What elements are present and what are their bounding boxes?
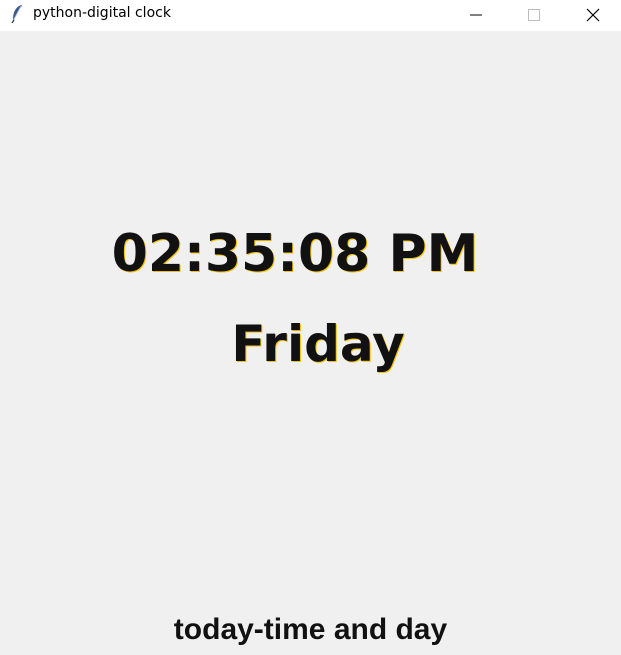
- minimize-button[interactable]: [453, 0, 499, 30]
- close-icon: [586, 8, 600, 22]
- clock-panel: 02:35:08 PM Friday today-time and day: [0, 31, 621, 655]
- maximize-icon: [528, 9, 540, 21]
- window-title: python-digital clock: [33, 5, 171, 21]
- title-bar[interactable]: python-digital clock: [0, 0, 621, 31]
- time-label: 02:35:08 PM: [111, 224, 479, 284]
- close-button[interactable]: [570, 0, 616, 30]
- minimize-icon: [470, 9, 482, 21]
- app-window: python-digital clock 02:35:08 PM Friday …: [0, 0, 621, 655]
- maximize-button[interactable]: [511, 0, 557, 30]
- feather-icon: [9, 4, 25, 24]
- day-label: Friday: [231, 315, 405, 373]
- caption-label: today-time and day: [173, 613, 448, 646]
